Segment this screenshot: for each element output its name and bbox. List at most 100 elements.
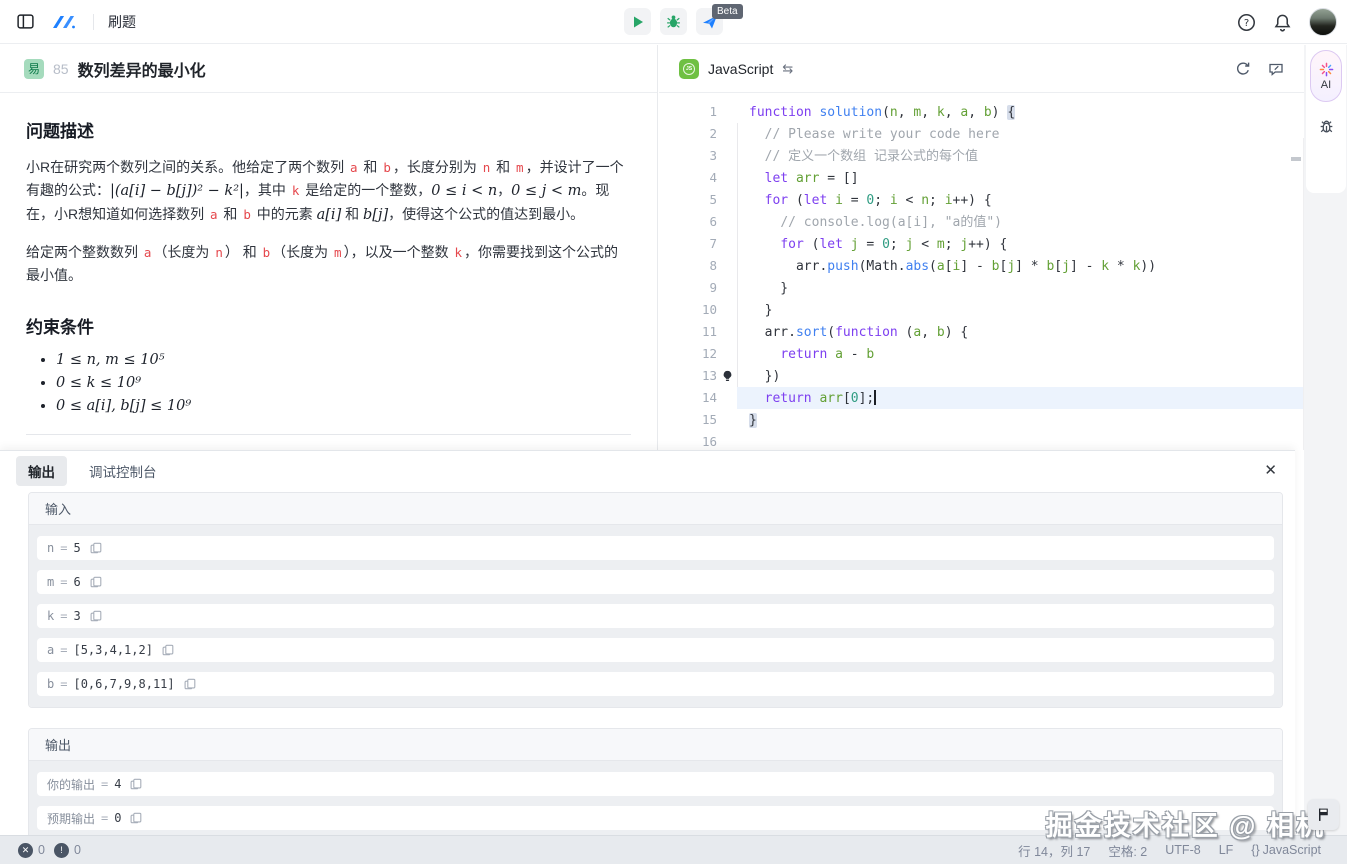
problem-content: 问题描述 小R在研究两个数列之间的关系。他给定了两个数列 a 和 b，长度分别为… [0, 93, 657, 450]
code-line[interactable]: 6 // console.log(a[i], "a的值") [659, 211, 1304, 233]
io-value: 5 [73, 541, 80, 555]
encoding-setting[interactable]: UTF-8 [1165, 843, 1200, 857]
reset-code-icon[interactable] [1235, 61, 1251, 77]
warnings-count: 0 [74, 843, 81, 857]
cursor-position[interactable]: 行 14，列 17 [1018, 841, 1090, 860]
line-number: 14 [659, 387, 717, 409]
code-line[interactable]: 16 [659, 431, 1304, 450]
constraints-heading: 约束条件 [26, 313, 631, 338]
code-text: } [717, 278, 788, 300]
line-number: 9 [659, 277, 717, 299]
code-line[interactable]: 3 // 定义一个数组 记录公式的每个值 [659, 145, 1304, 167]
top-bar: 刷题 Beta ? [0, 0, 1347, 44]
problem-panel: 易 85 数列差异的最小化 问题描述 小R在研究两个数列之间的关系。他给定了两个… [0, 45, 658, 450]
report-bug-button[interactable] [1318, 118, 1335, 140]
copy-icon[interactable] [130, 812, 142, 824]
io-label: n [47, 541, 54, 555]
code-line[interactable]: 7 for (let j = 0; j < m; j++) { [659, 233, 1304, 255]
io-equals: = [60, 643, 67, 657]
code-text: // Please write your code here [717, 124, 999, 146]
console-panel: 输出调试控制台✕ 输入 n=5m=6k=3a=[5,3,4,1,2]b=[0,6… [0, 450, 1295, 835]
code-line[interactable]: 8 arr.push(Math.abs(a[i] - b[j] * b[j] -… [659, 255, 1304, 277]
indentation-setting[interactable]: 空格: 2 [1108, 841, 1147, 860]
io-label: b [47, 677, 54, 691]
io-equals: = [60, 541, 67, 555]
description-paragraph-1: 小R在研究两个数列之间的关系。他给定了两个数列 a 和 b，长度分别为 n 和 … [26, 156, 631, 227]
description-paragraph-2: 给定两个整数数列 a（长度为 n） 和 b（长度为 m），以及一个整数 k，你需… [26, 241, 631, 287]
code-line[interactable]: 9 } [659, 277, 1304, 299]
copy-icon[interactable] [184, 678, 196, 690]
flag-button[interactable] [1308, 799, 1339, 830]
beta-badge: Beta [712, 4, 743, 19]
section-divider [26, 434, 631, 435]
code-text: arr.push(Math.abs(a[i] - b[j] * b[j] - k… [717, 256, 1156, 278]
io-value: [0,6,7,9,8,11] [73, 677, 174, 691]
svg-text:?: ? [1244, 18, 1249, 29]
io-equals: = [60, 575, 67, 589]
editor-scrollbar-marker[interactable] [1291, 157, 1301, 161]
code-line[interactable]: 14 return arr[0]; [659, 387, 1304, 409]
right-rail: AI [1304, 45, 1347, 835]
close-console-icon[interactable]: ✕ [1264, 461, 1277, 479]
panel-toggle-icon[interactable] [16, 12, 35, 31]
difficulty-badge: 易 [24, 59, 44, 79]
code-area[interactable]: 1function solution(n, m, k, a, b) {2 // … [659, 93, 1304, 450]
code-line[interactable]: 15} [659, 409, 1304, 431]
debug-button[interactable] [660, 8, 687, 35]
code-line[interactable]: 13 }) [659, 365, 1304, 387]
io-equals: = [60, 677, 67, 691]
copy-icon[interactable] [90, 542, 102, 554]
run-button[interactable] [624, 8, 651, 35]
language-mode[interactable]: {}JavaScript [1251, 843, 1321, 857]
editor-header: JS JavaScript ⇆ [659, 45, 1304, 93]
line-number: 15 [659, 409, 717, 431]
code-line[interactable]: 10 } [659, 299, 1304, 321]
code-line[interactable]: 12 return a - b [659, 343, 1304, 365]
problem-title: 数列差异的最小化 [78, 57, 206, 81]
juejin-logo-icon[interactable] [49, 12, 79, 32]
line-number: 3 [659, 145, 717, 167]
io-value: 3 [73, 609, 80, 623]
code-line[interactable]: 11 arr.sort(function (a, b) { [659, 321, 1304, 343]
console-tab-调试控制台[interactable]: 调试控制台 [77, 456, 169, 486]
topbar-divider [93, 14, 94, 30]
code-line[interactable]: 2 // Please write your code here [659, 123, 1304, 145]
ai-label: AI [1321, 79, 1331, 91]
language-switch-icon[interactable]: ⇆ [782, 61, 793, 77]
code-text: function solution(n, m, k, a, b) { [717, 102, 1015, 124]
io-label: m [47, 575, 54, 589]
nav-label-shuati[interactable]: 刷题 [108, 12, 136, 32]
ai-assistant-button[interactable]: AI [1310, 50, 1342, 102]
code-line[interactable]: 4 let arr = [] [659, 167, 1304, 189]
code-line[interactable]: 5 for (let i = 0; i < n; i++) { [659, 189, 1304, 211]
output-card-header: 输出 [29, 729, 1282, 761]
code-text: for (let j = 0; j < m; j++) { [717, 234, 1007, 256]
errors-icon[interactable]: ✕ [18, 843, 33, 858]
line-number: 11 [659, 321, 717, 343]
eol-setting[interactable]: LF [1219, 843, 1234, 857]
description-heading: 问题描述 [26, 117, 631, 142]
lightbulb-icon[interactable] [721, 369, 734, 391]
code-text: } [717, 300, 772, 322]
io-row: 预期输出=0 [37, 806, 1274, 830]
copy-icon[interactable] [90, 576, 102, 588]
feedback-icon[interactable] [1268, 61, 1284, 77]
console-tab-输出[interactable]: 输出 [16, 456, 67, 486]
line-number: 5 [659, 189, 717, 211]
user-avatar[interactable] [1309, 8, 1337, 36]
io-row: m=6 [37, 570, 1274, 594]
copy-icon[interactable] [130, 778, 142, 790]
notification-bell-icon[interactable] [1273, 13, 1292, 32]
help-icon[interactable]: ? [1237, 13, 1256, 32]
copy-icon[interactable] [90, 610, 102, 622]
warnings-icon[interactable]: ! [54, 843, 69, 858]
io-value: 0 [114, 811, 121, 825]
bug-outline-icon [1318, 118, 1335, 135]
copy-icon[interactable] [162, 644, 174, 656]
code-line[interactable]: 1function solution(n, m, k, a, b) { [659, 101, 1304, 123]
io-row: k=3 [37, 604, 1274, 628]
constraints-list: 1 ≤ n, m ≤ 10⁵0 ≤ k ≤ 10⁹0 ≤ a[i], b[j] … [26, 352, 631, 414]
flag-icon [1316, 807, 1331, 822]
status-bar: ✕ 0 ! 0 行 14，列 17 空格: 2 UTF-8 LF {}JavaS… [0, 835, 1347, 864]
play-icon [631, 15, 645, 29]
